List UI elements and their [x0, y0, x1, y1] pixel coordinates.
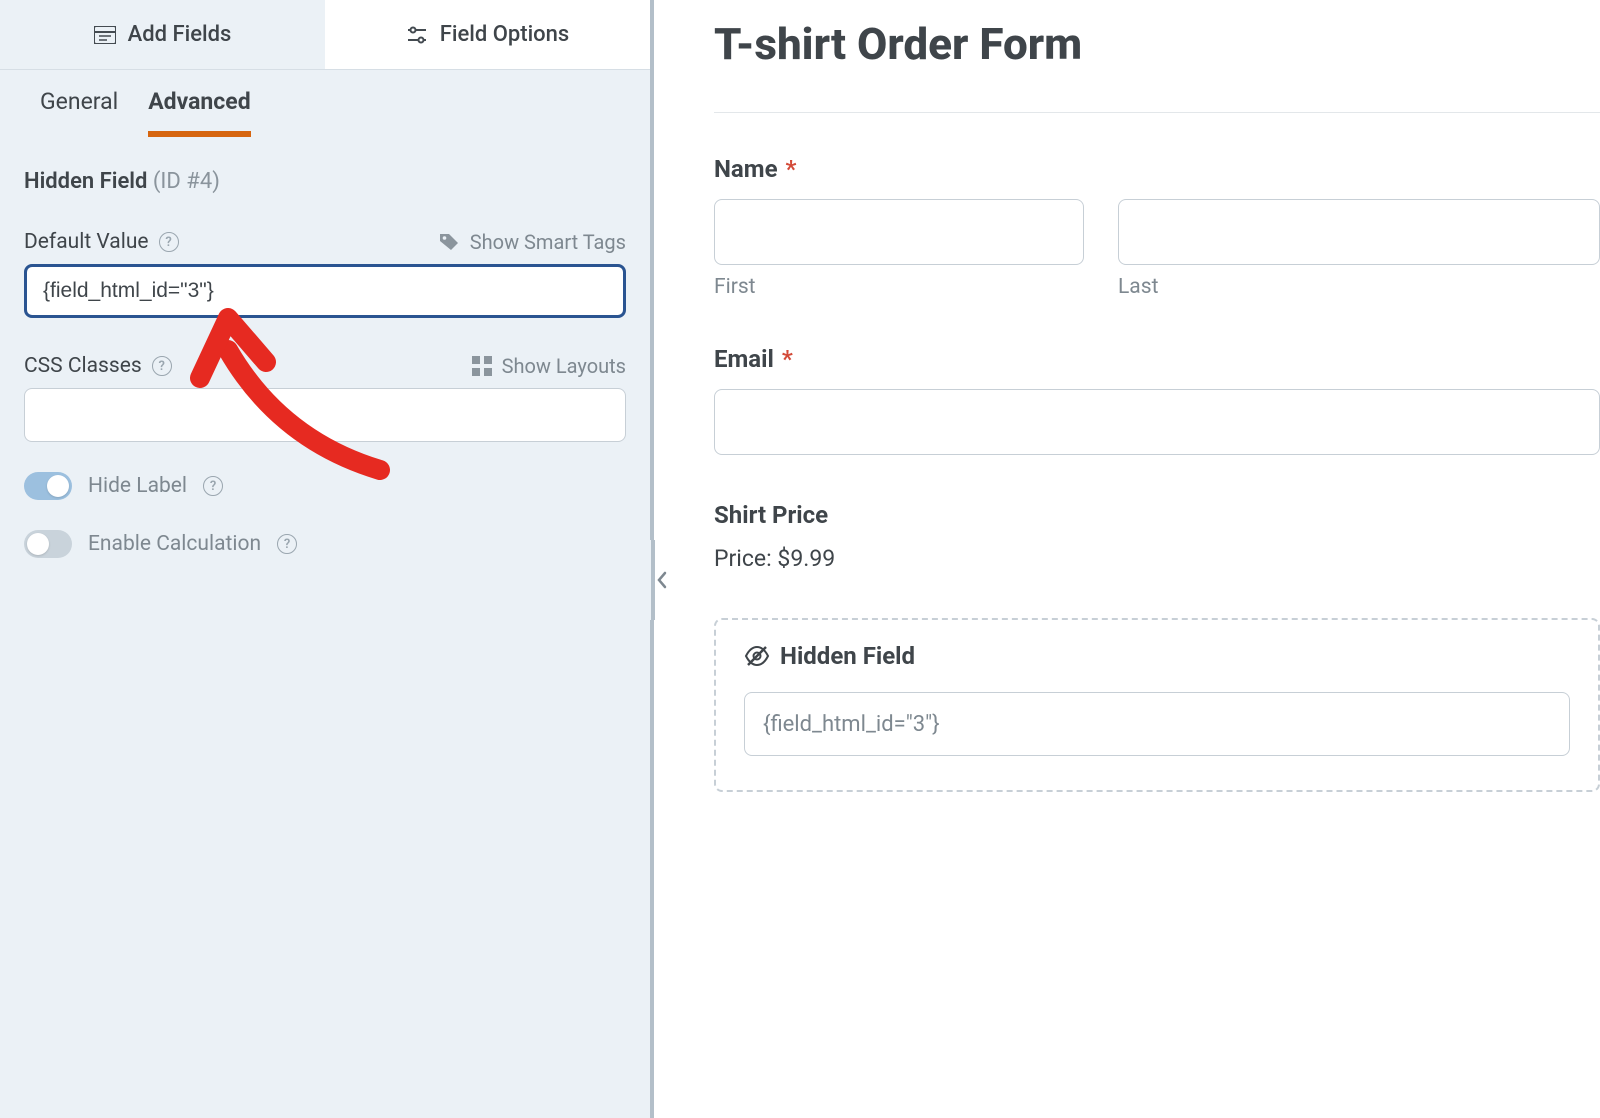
field-heading-title: Hidden Field: [24, 169, 147, 194]
tab-field-options[interactable]: Field Options: [325, 0, 650, 69]
tab-field-options-label: Field Options: [440, 22, 570, 47]
hide-label-label: Hide Label: [88, 474, 187, 498]
email-field-label: Email: [714, 345, 774, 373]
form-preview: T-shirt Order Form Name* First Last Ema: [654, 0, 1600, 1118]
shirt-price-value: Price: $9.99: [714, 545, 1600, 572]
help-icon[interactable]: ?: [277, 534, 297, 554]
help-icon[interactable]: ?: [159, 232, 179, 252]
last-name-sublabel: Last: [1118, 275, 1600, 299]
name-field-label: Name: [714, 155, 778, 183]
field-options-icon: [406, 26, 428, 44]
help-icon[interactable]: ?: [152, 356, 172, 376]
first-name-input[interactable]: [714, 199, 1084, 265]
subtab-general[interactable]: General: [40, 88, 118, 137]
chevron-left-icon: [656, 571, 668, 589]
first-name-sublabel: First: [714, 275, 1084, 299]
subtab-advanced[interactable]: Advanced: [148, 88, 250, 137]
css-classes-label: CSS Classes: [24, 354, 142, 378]
field-options-panel: Add Fields Field Options General Advance…: [0, 0, 654, 1118]
show-smart-tags-button[interactable]: Show Smart Tags: [438, 230, 626, 254]
help-icon[interactable]: ?: [203, 476, 223, 496]
email-input[interactable]: [714, 389, 1600, 455]
tab-add-fields[interactable]: Add Fields: [0, 0, 325, 69]
hidden-field-box[interactable]: Hidden Field {field_html_id="3"}: [714, 618, 1600, 792]
show-layouts-label: Show Layouts: [502, 354, 626, 378]
hide-label-toggle[interactable]: [24, 472, 72, 500]
tag-icon: [438, 232, 460, 252]
enable-calculation-toggle[interactable]: [24, 530, 72, 558]
required-star: *: [786, 155, 797, 183]
shirt-price-label: Shirt Price: [714, 501, 1600, 529]
default-value-input[interactable]: [24, 264, 626, 318]
enable-calculation-label: Enable Calculation: [88, 532, 261, 556]
field-options-subtabs: General Advanced: [0, 70, 650, 137]
css-classes-input[interactable]: [24, 388, 626, 442]
eye-off-icon: [744, 645, 770, 667]
hidden-field-value: {field_html_id="3"}: [744, 692, 1570, 756]
field-heading: Hidden Field (ID #4): [24, 169, 626, 194]
show-smart-tags-label: Show Smart Tags: [470, 230, 626, 254]
tab-add-fields-label: Add Fields: [128, 22, 232, 47]
last-name-input[interactable]: [1118, 199, 1600, 265]
form-title: T-shirt Order Form: [714, 18, 1600, 70]
show-layouts-button[interactable]: Show Layouts: [472, 354, 626, 378]
collapse-panel-handle[interactable]: [627, 540, 677, 620]
field-heading-id: (ID #4): [153, 169, 220, 194]
add-fields-icon: [94, 26, 116, 44]
hidden-field-title: Hidden Field: [780, 642, 915, 670]
default-value-label: Default Value: [24, 230, 149, 254]
divider: [714, 112, 1600, 113]
panel-top-tabs: Add Fields Field Options: [0, 0, 650, 70]
layouts-icon: [472, 356, 492, 376]
required-star: *: [782, 345, 793, 373]
